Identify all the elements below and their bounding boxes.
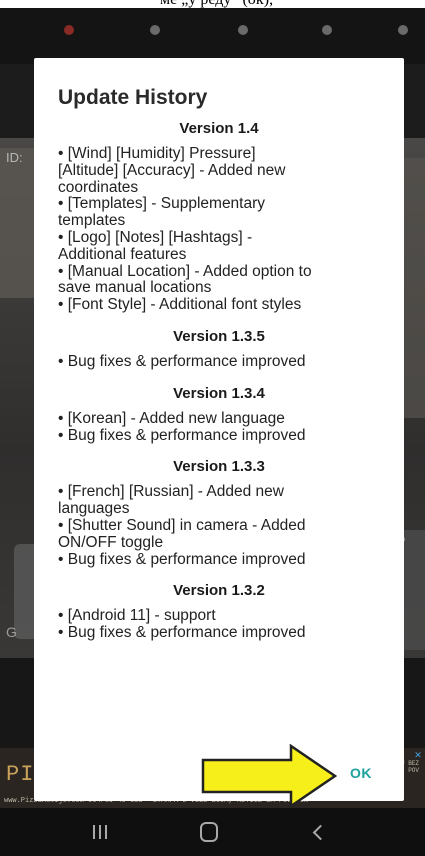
note-line: • [Manual Location] - Added option to	[58, 262, 312, 280]
note-line: • Bug fixes & performance improved	[58, 426, 306, 444]
version-block: Version 1.3.4 • [Korean] - Added new lang…	[58, 385, 380, 445]
note-line: • [Templates] - Supplementary	[58, 195, 266, 213]
ad-close-icon[interactable]: ✕	[413, 750, 423, 760]
note-line: coordinates	[58, 178, 139, 196]
recents-icon[interactable]	[80, 818, 120, 846]
note-line: • [Android 11] - support	[58, 607, 216, 625]
update-history-dialog: Update History Version 1.4 • [Wind] [Humi…	[34, 58, 404, 801]
status-icon	[150, 25, 160, 35]
note-line: ON/OFF toggle	[58, 533, 164, 551]
navigation-bar	[0, 808, 425, 856]
version-heading: Version 1.3.3	[173, 458, 265, 476]
record-icon	[64, 25, 74, 35]
arrow-right-icon	[201, 744, 338, 808]
note-line: • [Korean] - Added new language	[58, 409, 285, 427]
note-line: • [French] [Russian] - Added new	[58, 483, 284, 501]
note-line: • [Font Style] - Additional font styles	[58, 296, 302, 314]
id-label: ID:	[6, 150, 23, 165]
version-block: Version 1.4 • [Wind] [Humidity] Pressure]…	[58, 120, 380, 314]
status-icon	[398, 25, 408, 35]
version-block: Version 1.3.5 • Bug fixes & performance i…	[58, 328, 380, 371]
caption-text: ме „у реду“ (ok),	[160, 0, 273, 8]
version-heading: Version 1.3.2	[173, 582, 265, 600]
back-icon[interactable]	[298, 818, 338, 846]
version-heading: Version 1.3.4	[173, 384, 265, 402]
note-line: • Bug fixes & performance improved	[58, 624, 306, 642]
note-line: • Bug fixes & performance improved	[58, 550, 306, 568]
home-icon[interactable]	[189, 818, 229, 846]
note-line: • [Logo] [Notes] [Hashtags] -	[58, 228, 253, 246]
version-block: Version 1.3.2 • [Android 11] - support • B…	[58, 582, 380, 642]
note-line: • [Wind] [Humidity] Pressure]	[58, 145, 256, 162]
dialog-title: Update History	[58, 86, 208, 109]
note-line: • [Shutter Sound] in camera - Added	[58, 516, 306, 534]
version-heading: Version 1.4	[179, 120, 259, 137]
status-icon	[322, 25, 332, 35]
g-label: G	[6, 624, 17, 640]
status-icon	[238, 25, 248, 35]
phone-screen: ID: era G PI www.PizzaKutije.com 064/89-…	[0, 8, 425, 856]
caption-fragment: ме „у реду“ (ok),	[0, 0, 425, 8]
note-line: languages	[58, 500, 130, 518]
ad-brand: PI	[6, 762, 35, 787]
note-line: save manual locations	[58, 279, 212, 297]
page: ме „у реду“ (ok), ID: era G PI www.Pizza…	[0, 0, 425, 856]
note-line: • Bug fixes & performance improved	[58, 352, 306, 370]
ok-button[interactable]: OK	[340, 759, 382, 787]
version-block: Version 1.3.3 • [French] [Russian] - Adde…	[58, 458, 380, 568]
release-notes[interactable]: Version 1.4 • [Wind] [Humidity] Pressure]…	[58, 120, 380, 642]
version-heading: Version 1.3.5	[173, 327, 265, 345]
note-line: Additional features	[58, 245, 187, 263]
note-line: templates	[58, 212, 126, 230]
note-line: [Altitude] [Accuracy] - Added new	[58, 161, 286, 179]
status-bar	[0, 8, 425, 64]
